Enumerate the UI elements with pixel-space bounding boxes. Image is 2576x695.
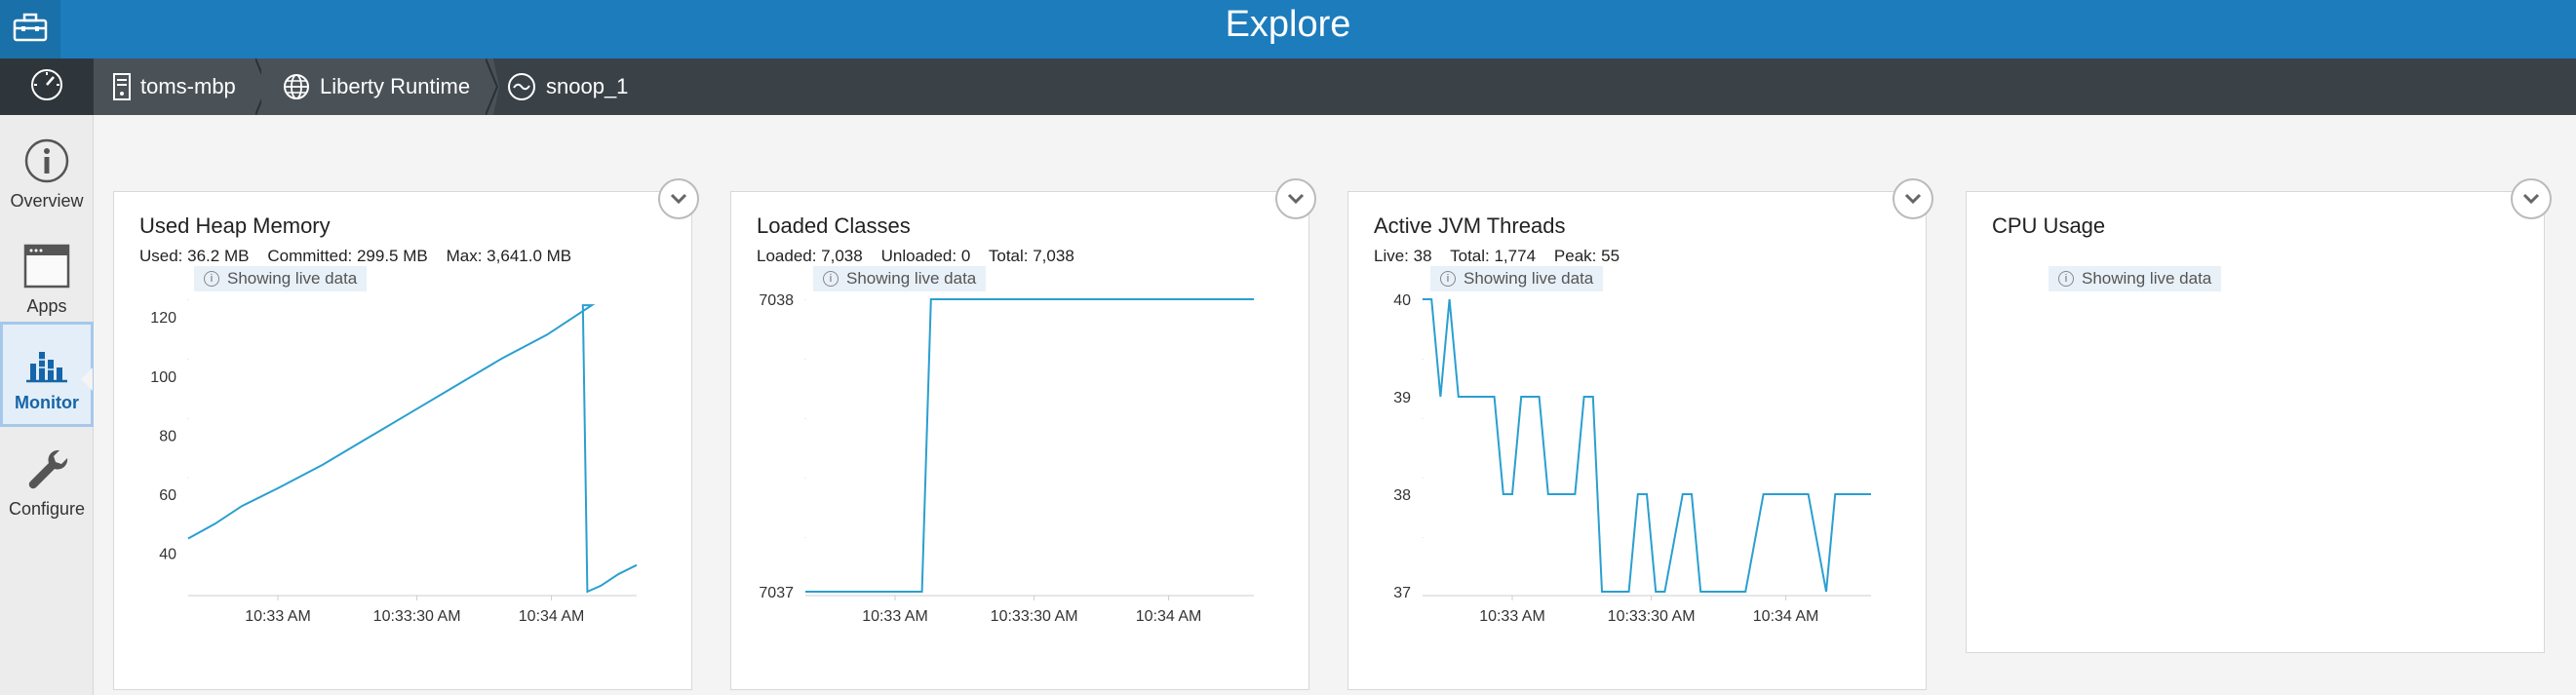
page-title: Explore bbox=[1225, 4, 1351, 45]
info-icon: i bbox=[2058, 271, 2074, 287]
y-tick-label: 39 bbox=[1393, 390, 1411, 406]
x-tick-label: 10:34 AM bbox=[1136, 608, 1202, 625]
y-tick-label: 40 bbox=[1393, 292, 1411, 309]
sidebar-item-label: Monitor bbox=[15, 393, 79, 412]
server-icon bbox=[113, 73, 131, 100]
card-title: CPU Usage bbox=[1992, 213, 2106, 238]
y-tick-label: 37 bbox=[1393, 585, 1411, 601]
threads-chart[interactable]: 37 38 39 40 10:33 AM 10:33:30 AM 10:34 AM bbox=[1348, 192, 1928, 691]
y-tick-label: 40 bbox=[159, 547, 176, 563]
x-tick-label: 10:33 AM bbox=[1479, 608, 1545, 625]
x-tick-label: 10:33 AM bbox=[862, 608, 928, 625]
globe-icon bbox=[283, 73, 310, 100]
y-tick-label: 7037 bbox=[759, 585, 794, 601]
classes-chart[interactable]: 7037 7038 10:33 AM 10:33:30 AM 10:34 AM bbox=[731, 192, 1310, 691]
card-loaded-classes: Loaded Classes Loaded: 7,038 Unloaded: 0… bbox=[730, 178, 1316, 691]
series-line bbox=[805, 298, 1254, 593]
y-tick-label: 100 bbox=[150, 369, 176, 386]
server-instance-icon bbox=[507, 72, 536, 101]
breadcrumb-host-label: toms-mbp bbox=[140, 74, 236, 98]
x-tick-label: 10:33:30 AM bbox=[991, 608, 1078, 625]
sidebar-item-overview[interactable]: Overview bbox=[0, 123, 94, 228]
dashboard-button[interactable] bbox=[0, 58, 94, 115]
y-tick-label: 38 bbox=[1393, 487, 1411, 504]
collapse-button[interactable] bbox=[2511, 178, 2552, 219]
breadcrumb-host[interactable]: toms-mbp bbox=[94, 58, 255, 115]
card-used-heap-memory: Used Heap Memory Used: 36.2 MB Committed… bbox=[113, 178, 699, 691]
monitor-chart-icon bbox=[22, 338, 71, 387]
heap-chart[interactable]: 40 60 80 100 120 10:33 AM 10:33:30 AM 10:34 AM bbox=[114, 192, 693, 691]
chevron-down-icon bbox=[2522, 193, 2540, 205]
info-icon bbox=[22, 136, 71, 185]
card-cpu-usage: CPU Usage i Showing live data bbox=[1966, 178, 2552, 653]
sidebar-item-configure[interactable]: Configure bbox=[0, 431, 94, 536]
y-tick-label: 60 bbox=[159, 487, 176, 504]
y-tick-label: 80 bbox=[159, 428, 176, 444]
breadcrumb: toms-mbp Liberty Runtime snoop_1 bbox=[0, 58, 2576, 115]
breadcrumb-runtime[interactable]: Liberty Runtime bbox=[261, 58, 486, 115]
breadcrumb-server[interactable]: snoop_1 bbox=[491, 58, 686, 115]
breadcrumb-server-label: snoop_1 bbox=[546, 74, 629, 98]
live-data-badge: i Showing live data bbox=[2049, 266, 2222, 291]
x-tick-label: 10:33:30 AM bbox=[1608, 608, 1696, 625]
sidebar-item-label: Overview bbox=[10, 191, 84, 211]
series-line bbox=[187, 304, 638, 594]
x-tick-label: 10:33 AM bbox=[245, 608, 311, 625]
toolbox-icon bbox=[13, 13, 48, 47]
breadcrumb-runtime-label: Liberty Runtime bbox=[320, 74, 471, 98]
top-bar: Explore bbox=[0, 0, 2576, 58]
sidebar: Overview Apps Monitor Configure bbox=[0, 115, 94, 695]
app-window-icon bbox=[22, 242, 71, 290]
sidebar-item-label: Apps bbox=[26, 296, 67, 316]
sidebar-item-apps[interactable]: Apps bbox=[0, 228, 94, 333]
app-window: Explore toms-mbp Liberty Runtime snoop_1… bbox=[0, 0, 2576, 695]
card-active-jvm-threads: Active JVM Threads Live: 38 Total: 1,774… bbox=[1347, 178, 1933, 691]
y-tick-label: 7038 bbox=[759, 292, 794, 309]
speedometer-icon bbox=[29, 67, 64, 107]
y-tick-label: 120 bbox=[150, 310, 176, 327]
toolbox-button[interactable] bbox=[0, 0, 60, 58]
sidebar-item-label: Configure bbox=[8, 499, 86, 519]
x-tick-label: 10:34 AM bbox=[519, 608, 585, 625]
x-tick-label: 10:34 AM bbox=[1753, 608, 1819, 625]
x-tick-label: 10:33:30 AM bbox=[373, 608, 461, 625]
series-line bbox=[1423, 298, 1871, 593]
sidebar-item-monitor[interactable]: Monitor bbox=[0, 322, 94, 427]
live-data-label: Showing live data bbox=[2082, 269, 2212, 288]
wrench-icon bbox=[22, 444, 71, 493]
